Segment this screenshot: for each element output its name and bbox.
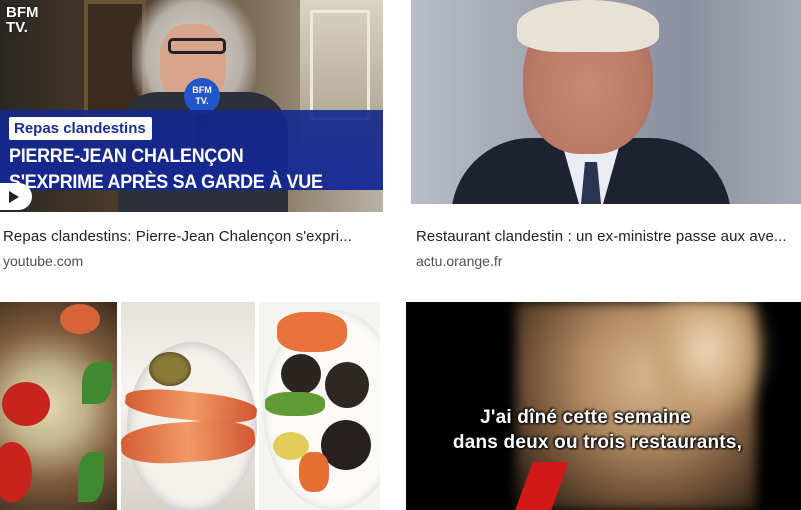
headline-line-2: S'EXPRIME APRÈS SA GARDE À VUE	[9, 171, 323, 193]
person-hair	[517, 0, 659, 52]
video-thumbnail[interactable]: J'ai dîné cette semaine dans deux ou tro…	[406, 302, 801, 510]
headline-line-1: PIERRE-JEAN CHALENÇON	[9, 145, 244, 167]
mic-logo-line-1: BFM	[192, 85, 212, 95]
result-source[interactable]: youtube.com	[3, 253, 83, 269]
subtitle-line-2: dans deux ou trois restaurants,	[452, 432, 743, 453]
glasses	[168, 38, 226, 54]
mic-logo-line-2: TV.	[195, 96, 209, 106]
play-icon	[9, 191, 19, 203]
result-source[interactable]: actu.orange.fr	[416, 253, 502, 269]
subtitle-line-1: J'ai dîné cette semaine	[480, 407, 691, 428]
blurred-highlight	[646, 302, 766, 422]
channel-logo: BFM TV.	[6, 5, 39, 35]
image-thumbnail[interactable]	[0, 302, 380, 510]
video-headline: PIERRE-JEAN CHALENÇON S'EXPRIME APRÈS SA…	[9, 143, 377, 195]
channel-logo-line-2: TV.	[6, 19, 28, 36]
dish-photo-3	[259, 302, 380, 510]
result-title[interactable]: Repas clandestins: Pierre-Jean Chalençon…	[3, 228, 378, 245]
image-thumbnail[interactable]	[411, 0, 801, 204]
dish-photo-1	[0, 302, 117, 510]
microphone-logo: BFM TV.	[184, 78, 220, 114]
video-thumbnail[interactable]: BFM TV. BFM TV. Repas clandestins PIERRE…	[0, 0, 383, 212]
play-button[interactable]	[0, 183, 32, 210]
topic-tag: Repas clandestins	[9, 117, 152, 140]
result-title[interactable]: Restaurant clandestin : un ex-ministre p…	[416, 228, 801, 245]
dish-photo-2	[119, 302, 259, 510]
